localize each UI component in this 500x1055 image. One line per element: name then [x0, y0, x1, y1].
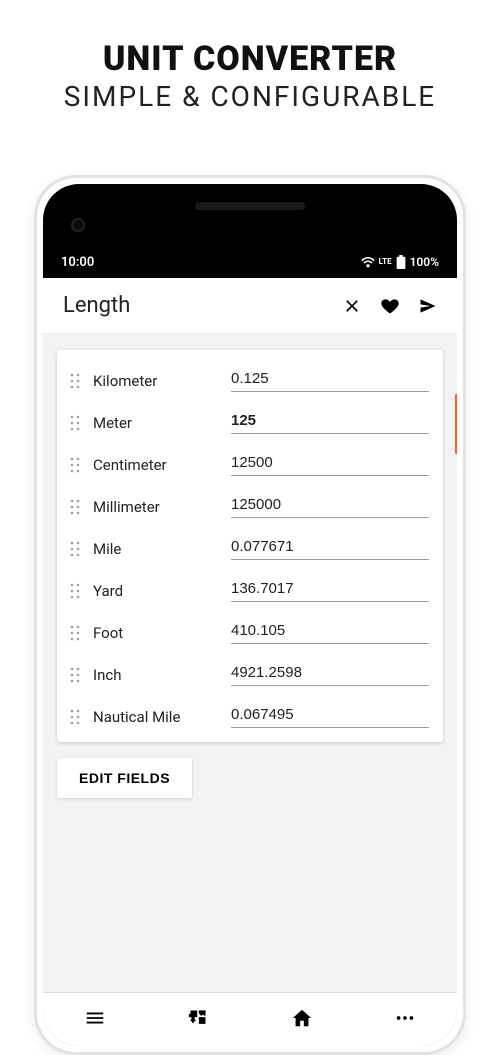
drag-handle-icon[interactable] [67, 541, 83, 557]
edit-fields-button[interactable]: EDIT FIELDS [57, 758, 192, 798]
drag-handle-icon[interactable] [67, 709, 83, 725]
home-icon [291, 1007, 313, 1033]
drag-handle-icon[interactable] [67, 499, 83, 515]
scroll-indicator[interactable] [455, 394, 457, 454]
network-label: LTE [379, 258, 392, 266]
unit-row: Foot [67, 612, 429, 654]
unit-value-input[interactable] [231, 534, 429, 560]
unit-value-wrap [231, 660, 429, 690]
heart-icon[interactable] [375, 291, 405, 321]
share-icon[interactable] [413, 291, 443, 321]
unit-row: Kilometer [67, 360, 429, 402]
unit-value-input[interactable] [231, 492, 429, 518]
close-icon[interactable] [337, 291, 367, 321]
phone-frame: 10:00 LTE 100% Length [34, 175, 466, 1055]
promo-title-line1: UNIT CONVERTER [0, 42, 500, 78]
drag-handle-icon[interactable] [67, 415, 83, 431]
unit-label: Nautical Mile [93, 708, 221, 726]
battery-icon [396, 255, 406, 269]
app-screen: Length Kilometer Meter Centimeter Millimete… [43, 278, 457, 1046]
unit-value-wrap [231, 408, 429, 438]
unit-label: Meter [93, 414, 221, 432]
page-title: Length [57, 293, 329, 318]
menu-icon [84, 1007, 106, 1033]
unit-label: Kilometer [93, 372, 221, 390]
unit-value-input[interactable] [231, 576, 429, 602]
unit-label: Centimeter [93, 456, 221, 474]
unit-value-wrap [231, 618, 429, 648]
unit-row: Nautical Mile [67, 696, 429, 738]
promo-heading: UNIT CONVERTER SIMPLE & CONFIGURABLE [0, 0, 500, 113]
content-area: Kilometer Meter Centimeter Millimeter Mile Ya… [43, 334, 457, 992]
unit-row: Mile [67, 528, 429, 570]
nav-more[interactable] [354, 1007, 458, 1033]
nav-menu[interactable] [43, 1007, 147, 1033]
drag-handle-icon[interactable] [67, 625, 83, 641]
app-bar: Length [43, 278, 457, 334]
unit-value-input[interactable] [231, 366, 429, 392]
unit-label: Inch [93, 666, 221, 684]
status-bar: 10:00 LTE 100% [43, 250, 457, 274]
promo-title-line2: SIMPLE & CONFIGURABLE [0, 80, 500, 113]
unit-value-wrap [231, 534, 429, 564]
unit-label: Mile [93, 540, 221, 558]
unit-row: Centimeter [67, 444, 429, 486]
unit-row: Meter [67, 402, 429, 444]
more-icon [394, 1007, 416, 1033]
wifi-icon [361, 257, 375, 268]
unit-label: Foot [93, 624, 221, 642]
status-time: 10:00 [61, 255, 94, 270]
unit-row: Millimeter [67, 486, 429, 528]
unit-row: Yard [67, 570, 429, 612]
unit-label: Millimeter [93, 498, 221, 516]
nav-home[interactable] [250, 1007, 354, 1033]
front-camera [71, 218, 85, 232]
unit-value-wrap [231, 576, 429, 606]
bottom-nav [43, 992, 457, 1046]
unit-value-input[interactable] [231, 660, 429, 686]
calc-icon [188, 1008, 208, 1032]
speaker-slot [195, 202, 305, 210]
unit-value-input[interactable] [231, 450, 429, 476]
unit-value-input[interactable] [231, 618, 429, 644]
nav-calc[interactable] [147, 1008, 251, 1032]
unit-value-wrap [231, 450, 429, 480]
unit-value-wrap [231, 366, 429, 396]
status-right: LTE 100% [361, 255, 439, 269]
unit-row: Inch [67, 654, 429, 696]
unit-value-wrap [231, 492, 429, 522]
unit-value-wrap [231, 702, 429, 732]
phone-body: 10:00 LTE 100% Length [43, 184, 457, 1046]
drag-handle-icon[interactable] [67, 667, 83, 683]
battery-percent: 100% [410, 255, 439, 269]
drag-handle-icon[interactable] [67, 583, 83, 599]
units-card: Kilometer Meter Centimeter Millimeter Mile Ya… [57, 350, 443, 742]
unit-label: Yard [93, 582, 221, 600]
drag-handle-icon[interactable] [67, 457, 83, 473]
unit-value-input[interactable] [231, 408, 429, 434]
drag-handle-icon[interactable] [67, 373, 83, 389]
unit-value-input[interactable] [231, 702, 429, 728]
